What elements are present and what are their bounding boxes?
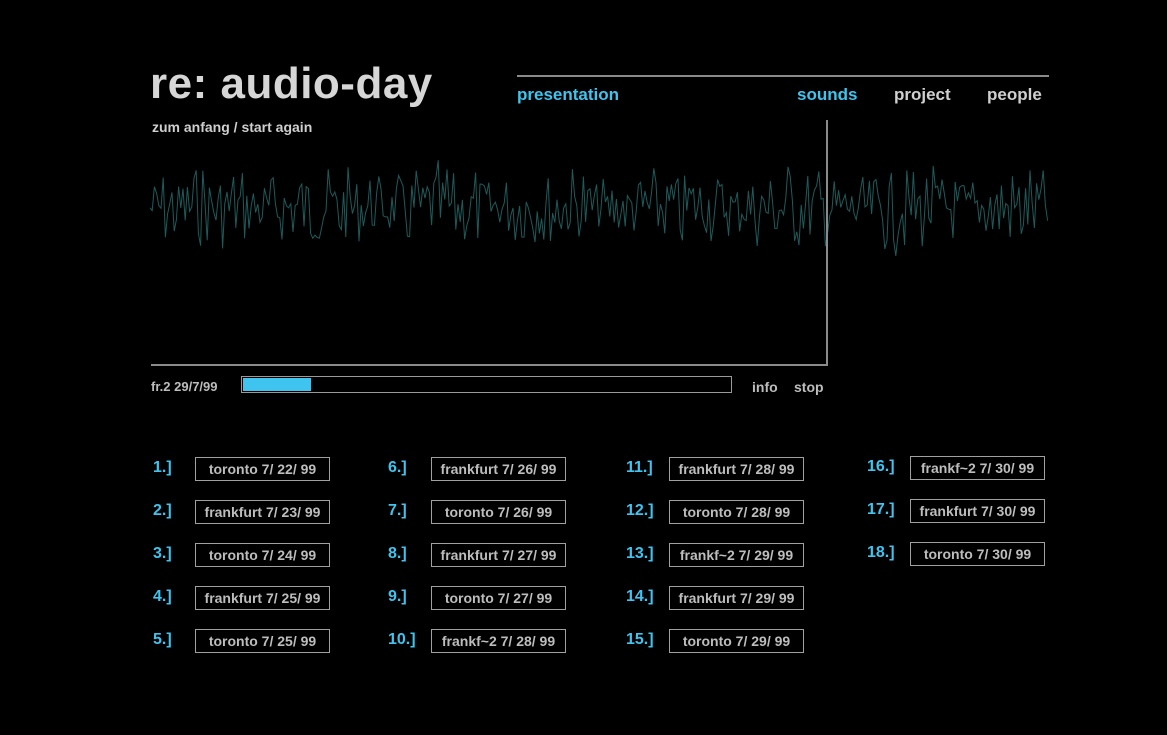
track-number[interactable]: 17.]	[867, 501, 895, 519]
track-button[interactable]: frankf~2 7/ 28/ 99	[431, 629, 566, 653]
track-number[interactable]: 4.]	[153, 588, 172, 606]
progress-bar[interactable]	[241, 376, 732, 393]
track-button[interactable]: toronto 7/ 27/ 99	[431, 586, 566, 610]
start-again-link[interactable]: zum anfang / start again	[152, 119, 312, 135]
track-button[interactable]: frankfurt 7/ 30/ 99	[910, 499, 1045, 523]
track-number[interactable]: 10.]	[388, 631, 416, 649]
track-number[interactable]: 14.]	[626, 588, 654, 606]
stop-button[interactable]: stop	[794, 379, 824, 395]
track-number[interactable]: 5.]	[153, 631, 172, 649]
track-number[interactable]: 11.]	[626, 459, 653, 477]
track-button[interactable]: frankfurt 7/ 25/ 99	[195, 586, 330, 610]
waveform-divider-vertical	[826, 120, 828, 366]
progress-bar-fill	[243, 378, 311, 391]
track-number[interactable]: 18.]	[867, 544, 895, 562]
track-number[interactable]: 2.]	[153, 502, 172, 520]
track-number[interactable]: 8.]	[388, 545, 407, 563]
track-button[interactable]: frankfurt 7/ 26/ 99	[431, 457, 566, 481]
waveform-line	[150, 160, 1048, 256]
track-button[interactable]: frankfurt 7/ 28/ 99	[669, 457, 804, 481]
track-number[interactable]: 1.]	[153, 459, 172, 477]
current-track-label: fr.2 29/7/99	[151, 379, 218, 394]
track-button[interactable]: toronto 7/ 29/ 99	[669, 629, 804, 653]
track-number[interactable]: 6.]	[388, 459, 407, 477]
track-number[interactable]: 15.]	[626, 631, 654, 649]
track-button[interactable]: frankf~2 7/ 30/ 99	[910, 456, 1045, 480]
waveform-display	[150, 160, 1048, 256]
track-number[interactable]: 13.]	[626, 545, 654, 563]
track-button[interactable]: toronto 7/ 26/ 99	[431, 500, 566, 524]
waveform-divider-horizontal	[151, 364, 827, 366]
track-button[interactable]: frankfurt 7/ 27/ 99	[431, 543, 566, 567]
nav-presentation[interactable]: presentation	[517, 84, 619, 106]
track-button[interactable]: toronto 7/ 30/ 99	[910, 542, 1045, 566]
site-logo: re: audio-day	[150, 59, 433, 108]
track-number[interactable]: 3.]	[153, 545, 172, 563]
info-button[interactable]: info	[752, 379, 778, 395]
track-number[interactable]: 9.]	[388, 588, 407, 606]
nav-sounds[interactable]: sounds	[797, 84, 857, 106]
track-number[interactable]: 16.]	[867, 458, 895, 476]
track-button[interactable]: frankfurt 7/ 29/ 99	[669, 586, 804, 610]
nav-people[interactable]: people	[987, 84, 1042, 106]
track-number[interactable]: 7.]	[388, 502, 407, 520]
track-button[interactable]: frankfurt 7/ 23/ 99	[195, 500, 330, 524]
nav-project[interactable]: project	[894, 84, 951, 106]
track-number[interactable]: 12.]	[626, 502, 654, 520]
header-divider	[517, 75, 1049, 77]
track-button[interactable]: toronto 7/ 25/ 99	[195, 629, 330, 653]
track-button[interactable]: toronto 7/ 28/ 99	[669, 500, 804, 524]
track-button[interactable]: toronto 7/ 24/ 99	[195, 543, 330, 567]
track-button[interactable]: frankf~2 7/ 29/ 99	[669, 543, 804, 567]
track-button[interactable]: toronto 7/ 22/ 99	[195, 457, 330, 481]
